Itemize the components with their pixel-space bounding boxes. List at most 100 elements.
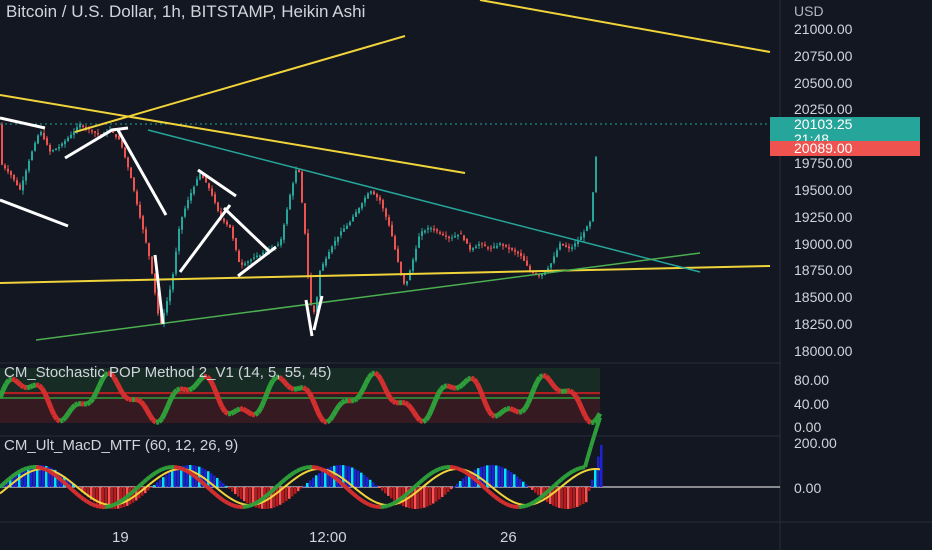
stoch-line-segment — [28, 383, 35, 390]
macd-bar — [228, 487, 231, 489]
macd-line-segment — [251, 501, 256, 507]
macd-bar — [147, 487, 150, 491]
candle-body — [79, 124, 81, 128]
stoch-line-segment — [73, 401, 80, 408]
macd-line-segment — [556, 478, 563, 484]
candle-body — [301, 171, 303, 203]
stoch-line-segment — [568, 388, 575, 395]
stoch-line-segment — [124, 395, 131, 402]
macd-line-segment — [38, 465, 43, 471]
candle-body — [40, 131, 42, 135]
candle-body — [484, 244, 486, 247]
macd-line-segment — [455, 466, 460, 471]
stoch-line-segment — [439, 384, 446, 392]
candle-body — [505, 244, 507, 247]
stoch-line-segment — [511, 407, 518, 414]
macd-line-segment — [187, 470, 194, 476]
macd-line-segment — [248, 503, 253, 508]
candle-body — [7, 168, 9, 172]
candle-body — [430, 228, 432, 230]
stoch-line-segment — [423, 414, 432, 422]
candle-body — [466, 238, 468, 244]
macd-bar — [534, 487, 537, 493]
candle-body — [37, 135, 39, 144]
macd-line-segment — [458, 467, 463, 473]
macd-line-segment — [437, 466, 442, 472]
stoch-tick: 0.00 — [794, 419, 822, 435]
macd-bar — [561, 487, 564, 509]
candle-body — [229, 224, 231, 228]
macd-line-segment — [386, 503, 391, 508]
macd-bar — [495, 465, 498, 487]
macd-bar — [531, 487, 534, 490]
candle-body — [217, 202, 219, 211]
candle-body — [352, 216, 354, 222]
candle-body — [46, 137, 48, 145]
macd-line-segment — [259, 496, 266, 502]
candle-body — [349, 221, 351, 226]
macd-bar — [435, 487, 438, 502]
macd-bar — [390, 487, 393, 499]
macd-line-segment — [76, 493, 83, 499]
stoch-line-segment — [286, 384, 293, 391]
macd-line-segment — [182, 467, 187, 473]
stoch-line-segment — [355, 393, 362, 401]
stoch-line-segment — [363, 376, 372, 385]
candle-body — [181, 216, 183, 230]
macd-line-segment — [10, 472, 17, 479]
candle-body — [379, 197, 381, 201]
candle-body — [562, 243, 564, 246]
macd-bar — [498, 466, 501, 487]
stoch-line-segment — [449, 384, 454, 391]
stoch-line-segment — [520, 406, 527, 414]
stoch-line-segment — [63, 411, 72, 419]
x-tick: 12:00 — [309, 529, 347, 546]
candle-body — [169, 289, 171, 302]
stoch-title: CM_Stochastic POP Method 2_V1 (14, 5, 55… — [4, 364, 332, 381]
price-tick: 20500.00 — [794, 75, 853, 91]
chart-background — [0, 0, 932, 550]
stoch-line-segment — [190, 384, 197, 391]
macd-line-segment — [124, 493, 131, 500]
macd-line-segment — [562, 473, 569, 479]
stoch-line-segment — [457, 383, 464, 390]
macd-line-segment — [358, 497, 365, 503]
macd-line-segment — [49, 470, 56, 476]
candle-body — [460, 233, 462, 235]
macd-bar — [216, 477, 219, 487]
candle-body — [313, 305, 315, 313]
candle-body — [556, 250, 558, 257]
candle-body — [487, 247, 489, 249]
macd-line-segment — [541, 491, 548, 498]
macd-line-segment — [538, 494, 545, 500]
stoch-line-segment — [352, 396, 359, 403]
stoch-line-segment — [455, 385, 460, 391]
macd-line-segment — [409, 486, 416, 492]
candle-body — [43, 133, 45, 140]
macd-bar — [465, 475, 468, 487]
candle-body — [565, 245, 567, 247]
candle-body — [415, 248, 417, 261]
macd-line-segment — [79, 495, 86, 502]
macd-line-segment — [461, 468, 466, 474]
macd-line-segment — [205, 485, 212, 491]
stoch-line-segment — [483, 403, 492, 413]
chart-canvas[interactable] — [0, 0, 932, 550]
macd-line-segment — [227, 501, 232, 507]
candle-body — [91, 130, 93, 132]
macd-line-segment — [199, 479, 206, 486]
macd-line-segment — [490, 492, 497, 499]
price-tick: 18750.00 — [794, 262, 853, 278]
macd-line-segment — [23, 466, 28, 472]
macd-bar — [519, 479, 522, 487]
candle-body — [127, 157, 129, 168]
macd-bar — [492, 465, 495, 487]
macd-line-segment — [346, 487, 353, 494]
macd-line-segment — [161, 466, 166, 472]
candle-body — [256, 255, 258, 258]
macd-bar — [153, 484, 156, 487]
macd-bar — [594, 468, 597, 487]
macd-bar — [597, 456, 600, 487]
macd-bar — [150, 487, 153, 488]
candle-body — [400, 261, 402, 274]
